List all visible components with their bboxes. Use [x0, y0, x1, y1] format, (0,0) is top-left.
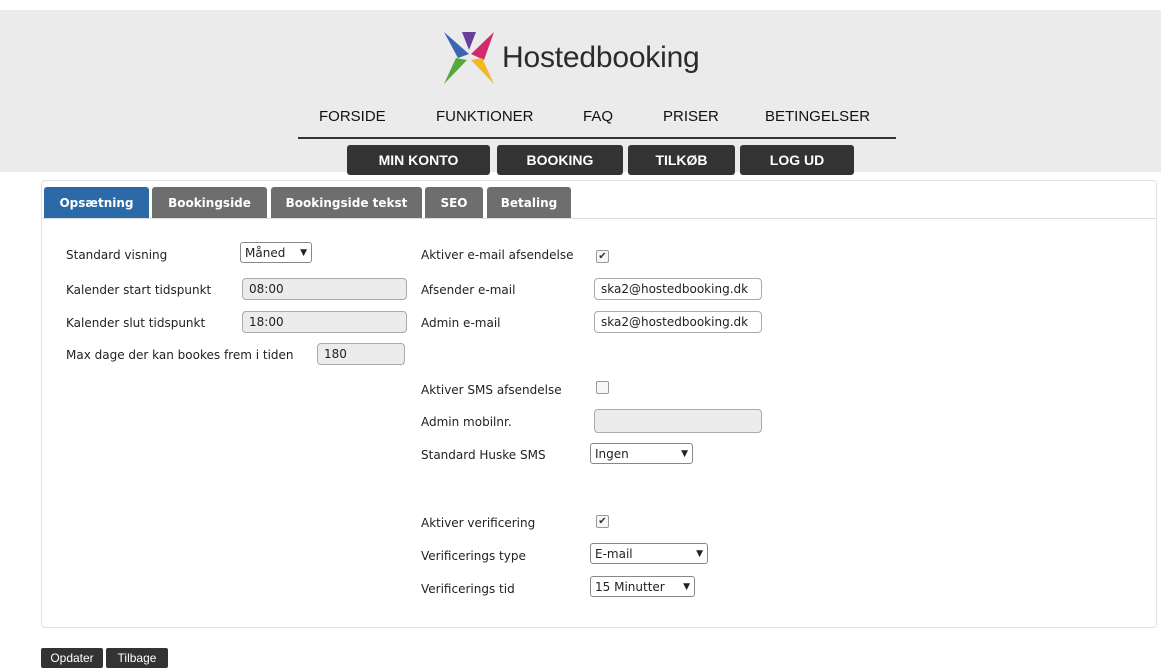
- chevron-down-icon: ▼: [300, 247, 307, 258]
- nav-betingelser[interactable]: BETINGELSER: [765, 108, 870, 125]
- tab-seo[interactable]: SEO: [425, 187, 483, 219]
- reminder-sms-value: Ingen: [595, 446, 629, 461]
- sms-enable-label: Aktiver SMS afsendelse: [421, 383, 562, 397]
- logo-icon: [444, 32, 494, 84]
- tab-opsaetning[interactable]: Opsætning: [44, 187, 149, 219]
- nav-divider: [298, 137, 896, 139]
- chevron-down-icon: ▼: [683, 581, 690, 592]
- verify-time-select[interactable]: 15 Minutter ▼: [590, 576, 695, 597]
- admin-email-label: Admin e-mail: [421, 316, 501, 330]
- max-dage-label: Max dage der kan bookes frem i tiden: [66, 348, 294, 362]
- sender-email-label: Afsender e-mail: [421, 283, 516, 297]
- reminder-sms-select[interactable]: Ingen ▼: [590, 443, 693, 464]
- email-enable-label: Aktiver e-mail afsendelse: [421, 248, 574, 262]
- standard-visning-select[interactable]: Måned ▼: [240, 242, 312, 263]
- kalender-slut-input[interactable]: 18:00: [242, 311, 407, 333]
- tab-divider: [42, 218, 1156, 219]
- chevron-down-icon: ▼: [696, 548, 703, 559]
- max-dage-input[interactable]: 180: [317, 343, 405, 365]
- tilbage-button[interactable]: Tilbage: [106, 648, 168, 668]
- verify-type-value: E-mail: [595, 546, 633, 561]
- kalender-slut-label: Kalender slut tidspunkt: [66, 316, 206, 330]
- admin-mobile-label: Admin mobilnr.: [421, 415, 512, 429]
- nav-priser[interactable]: PRISER: [663, 108, 719, 125]
- verify-type-label: Verificerings type: [421, 549, 526, 563]
- logo[interactable]: Hostedbooking: [444, 32, 700, 84]
- verify-enable-checkbox[interactable]: ✔: [596, 515, 609, 528]
- sender-email-input[interactable]: ska2@hostedbooking.dk: [594, 278, 762, 300]
- verify-enable-label: Aktiver verificering: [421, 516, 536, 530]
- booking-button[interactable]: BOOKING: [497, 145, 623, 175]
- min-konto-button[interactable]: MIN KONTO: [347, 145, 490, 175]
- chevron-down-icon: ▼: [681, 448, 688, 459]
- tab-bookingside-tekst[interactable]: Bookingside tekst: [271, 187, 422, 219]
- nav-forside[interactable]: FORSIDE: [319, 108, 386, 125]
- sms-enable-checkbox[interactable]: [596, 381, 609, 394]
- verify-type-select[interactable]: E-mail ▼: [590, 543, 708, 564]
- tab-bookingside[interactable]: Bookingside: [152, 187, 267, 219]
- reminder-sms-label: Standard Huske SMS: [421, 448, 546, 462]
- settings-panel: Opsætning Bookingside Bookingside tekst …: [41, 180, 1157, 628]
- standard-visning-label: Standard visning: [66, 248, 168, 262]
- tab-betaling[interactable]: Betaling: [487, 187, 571, 219]
- verify-time-value: 15 Minutter: [595, 579, 665, 594]
- nav-faq[interactable]: FAQ: [583, 108, 613, 125]
- brand-name: Hostedbooking: [502, 41, 700, 74]
- log-ud-button[interactable]: LOG UD: [740, 145, 854, 175]
- verify-time-label: Verificerings tid: [421, 582, 515, 596]
- admin-email-input[interactable]: ska2@hostedbooking.dk: [594, 311, 762, 333]
- standard-visning-value: Måned: [245, 245, 286, 260]
- tilkob-button[interactable]: TILKØB: [628, 145, 735, 175]
- kalender-start-input[interactable]: 08:00: [242, 278, 407, 300]
- kalender-start-label: Kalender start tidspunkt: [66, 283, 212, 297]
- site-header: Hostedbooking FORSIDE FUNKTIONER FAQ PRI…: [0, 10, 1161, 175]
- nav-funktioner[interactable]: FUNKTIONER: [436, 108, 534, 125]
- opdater-button[interactable]: Opdater: [41, 648, 103, 668]
- admin-mobile-input[interactable]: [594, 409, 762, 433]
- email-enable-checkbox[interactable]: ✔: [596, 250, 609, 263]
